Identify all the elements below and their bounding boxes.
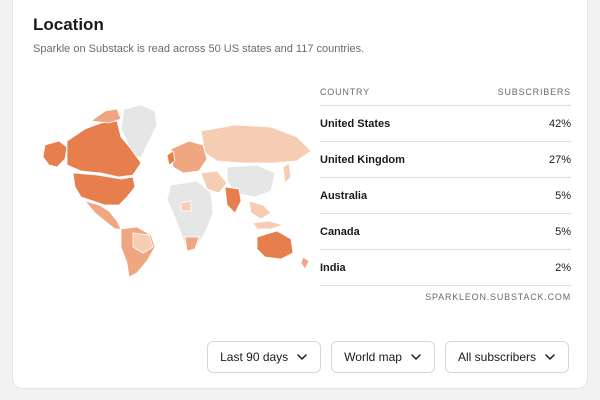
world-map (21, 101, 317, 281)
subscriber-share: 27% (548, 153, 571, 166)
chevron-down-icon (545, 354, 555, 360)
table-row: Canada 5% (320, 214, 571, 250)
table-row: Australia 5% (320, 178, 571, 214)
section-subtitle: Sparkle on Substack is read across 50 US… (33, 43, 365, 55)
subscriber-share: 5% (555, 225, 571, 238)
column-header-country: COUNTRY (320, 87, 370, 97)
audience-label: All subscribers (457, 350, 536, 364)
subscriber-share: 5% (555, 189, 571, 202)
table-row: United Kingdom 27% (320, 142, 571, 178)
chevron-down-icon (411, 354, 421, 360)
map-region-arctic-islands (89, 108, 122, 124)
chevron-down-icon (297, 354, 307, 360)
country-table: COUNTRY SUBSCRIBERS United States 42% Un… (320, 79, 571, 308)
map-region-japan (282, 162, 292, 184)
map-region-united-states (72, 172, 136, 206)
view-type-select[interactable]: World map (331, 341, 435, 373)
country-name: Australia (320, 189, 368, 202)
map-region-europe (170, 140, 208, 174)
country-name: United States (320, 117, 391, 130)
country-name: United Kingdom (320, 153, 405, 166)
map-region-australia (256, 230, 294, 260)
subscriber-share: 2% (555, 261, 571, 274)
section-title: Location (33, 15, 104, 34)
view-type-label: World map (344, 350, 402, 364)
date-range-select[interactable]: Last 90 days (207, 341, 322, 373)
country-name: Canada (320, 225, 360, 238)
column-header-subscribers: SUBSCRIBERS (497, 87, 571, 97)
location-card: Location Sparkle on Substack is read acr… (12, 0, 588, 389)
map-region-russia (200, 124, 312, 164)
map-region-india (224, 186, 242, 214)
map-region-indonesia (252, 220, 285, 230)
map-region-nigeria (180, 200, 192, 212)
country-name: India (320, 261, 346, 274)
date-range-label: Last 90 days (220, 350, 289, 364)
publication-domain: SPARKLEON.SUBSTACK.COM (425, 292, 571, 302)
filter-controls: Last 90 days World map All subscribers (207, 341, 569, 373)
subscriber-share: 42% (548, 117, 571, 130)
table-row: India 2% (320, 250, 571, 286)
table-row: United States 42% (320, 106, 571, 142)
map-region-south-africa (184, 236, 200, 252)
audience-select[interactable]: All subscribers (444, 341, 569, 373)
map-region-new-zealand (300, 256, 310, 270)
map-region-southeast-asia (248, 200, 272, 220)
world-map-svg (42, 104, 312, 278)
map-region-alaska (42, 140, 68, 168)
table-header: COUNTRY SUBSCRIBERS (320, 79, 571, 106)
